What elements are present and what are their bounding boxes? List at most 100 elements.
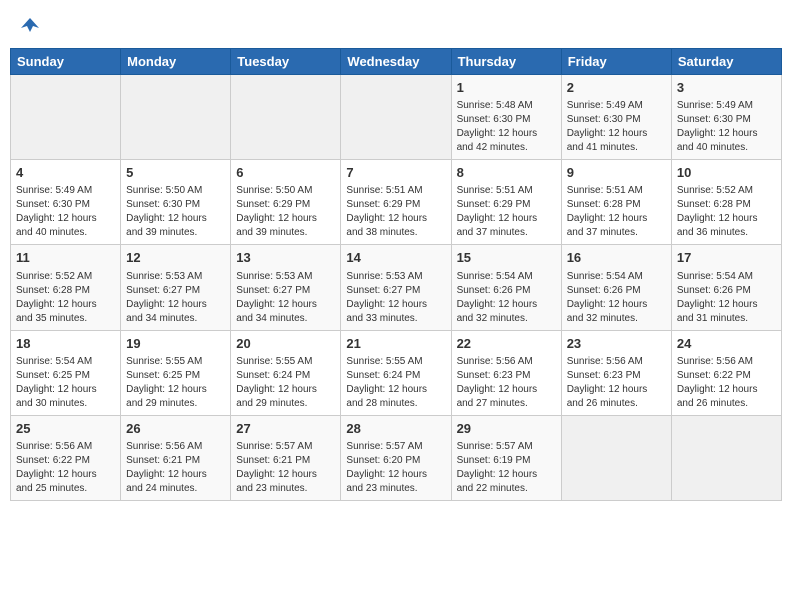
calendar-cell: 17 Sunrise: 5:54 AM Sunset: 6:26 PM Dayli… <box>671 245 781 330</box>
calendar-cell: 4Sunrise: 5:49 AM Sunset: 6:30 PM Daylig… <box>11 160 121 245</box>
day-info: Sunrise: 5:54 AM Sunset: 6:26 PM Dayligh… <box>457 270 556 326</box>
day-number: 12 <box>126 249 225 267</box>
day-info: Sunrise: 5:57 AM Sunset: 6:21 PM Dayligh… <box>236 440 335 496</box>
day-number: 6 <box>236 164 335 182</box>
day-number: 11 <box>16 249 115 267</box>
calendar-cell: 22 Sunrise: 5:56 AM Sunset: 6:23 PM Dayli… <box>451 330 561 415</box>
calendar-week-1: 1 Sunrise: 5:48 AM Sunset: 6:30 PM Daylig… <box>11 75 782 160</box>
day-info: Sunrise: 5:49 AM Sunset: 6:30 PM Dayligh… <box>677 99 776 155</box>
day-info: Sunrise: 5:56 AM Sunset: 6:22 PM Dayligh… <box>677 355 776 411</box>
day-info: Sunrise: 5:53 AM Sunset: 6:27 PM Dayligh… <box>126 270 225 326</box>
calendar-cell: 2 Sunrise: 5:49 AM Sunset: 6:30 PM Daylig… <box>561 75 671 160</box>
day-info: Sunrise: 5:51 AM Sunset: 6:29 PM Dayligh… <box>346 184 445 240</box>
calendar-week-5: 25 Sunrise: 5:56 AM Sunset: 6:22 PM Dayli… <box>11 415 782 500</box>
day-number: 9 <box>567 164 666 182</box>
day-number: 10 <box>677 164 776 182</box>
calendar-cell: 9 Sunrise: 5:51 AM Sunset: 6:28 PM Daylig… <box>561 160 671 245</box>
calendar-week-2: 4Sunrise: 5:49 AM Sunset: 6:30 PM Daylig… <box>11 160 782 245</box>
logo <box>18 14 42 36</box>
calendar-cell: 23 Sunrise: 5:56 AM Sunset: 6:23 PM Dayli… <box>561 330 671 415</box>
weekday-header-friday: Friday <box>561 49 671 75</box>
day-info: Sunrise: 5:53 AM Sunset: 6:27 PM Dayligh… <box>346 270 445 326</box>
day-info: Sunrise: 5:54 AM Sunset: 6:26 PM Dayligh… <box>677 270 776 326</box>
weekday-header-row: SundayMondayTuesdayWednesdayThursdayFrid… <box>11 49 782 75</box>
day-number: 23 <box>567 335 666 353</box>
day-number: 18 <box>16 335 115 353</box>
day-info: Sunrise: 5:57 AM Sunset: 6:20 PM Dayligh… <box>346 440 445 496</box>
day-info: Sunrise: 5:49 AM Sunset: 6:30 PM Dayligh… <box>567 99 666 155</box>
day-info: Sunrise: 5:56 AM Sunset: 6:23 PM Dayligh… <box>457 355 556 411</box>
calendar-cell <box>341 75 451 160</box>
day-info: Sunrise: 5:55 AM Sunset: 6:25 PM Dayligh… <box>126 355 225 411</box>
calendar-cell: 25 Sunrise: 5:56 AM Sunset: 6:22 PM Dayli… <box>11 415 121 500</box>
weekday-header-wednesday: Wednesday <box>341 49 451 75</box>
calendar-cell: 19 Sunrise: 5:55 AM Sunset: 6:25 PM Dayli… <box>121 330 231 415</box>
day-number: 1 <box>457 79 556 97</box>
calendar-cell: 21 Sunrise: 5:55 AM Sunset: 6:24 PM Dayli… <box>341 330 451 415</box>
calendar-cell: 12 Sunrise: 5:53 AM Sunset: 6:27 PM Dayli… <box>121 245 231 330</box>
calendar-cell <box>231 75 341 160</box>
logo-bird-icon <box>19 14 41 36</box>
day-number: 19 <box>126 335 225 353</box>
day-number: 7 <box>346 164 445 182</box>
calendar-cell <box>671 415 781 500</box>
day-number: 26 <box>126 420 225 438</box>
weekday-header-tuesday: Tuesday <box>231 49 341 75</box>
calendar-cell: 13Sunrise: 5:53 AM Sunset: 6:27 PM Dayli… <box>231 245 341 330</box>
day-number: 27 <box>236 420 335 438</box>
day-info: Sunrise: 5:48 AM Sunset: 6:30 PM Dayligh… <box>457 99 556 155</box>
day-info: Sunrise: 5:52 AM Sunset: 6:28 PM Dayligh… <box>16 270 115 326</box>
calendar-cell <box>11 75 121 160</box>
day-number: 3 <box>677 79 776 97</box>
calendar-cell <box>121 75 231 160</box>
day-info: Sunrise: 5:54 AM Sunset: 6:26 PM Dayligh… <box>567 270 666 326</box>
day-number: 5 <box>126 164 225 182</box>
calendar-week-4: 18 Sunrise: 5:54 AM Sunset: 6:25 PM Dayli… <box>11 330 782 415</box>
calendar-cell: 29Sunrise: 5:57 AM Sunset: 6:19 PM Dayli… <box>451 415 561 500</box>
day-number: 21 <box>346 335 445 353</box>
day-info: Sunrise: 5:54 AM Sunset: 6:25 PM Dayligh… <box>16 355 115 411</box>
day-number: 22 <box>457 335 556 353</box>
day-number: 16 <box>567 249 666 267</box>
day-info: Sunrise: 5:50 AM Sunset: 6:30 PM Dayligh… <box>126 184 225 240</box>
weekday-header-thursday: Thursday <box>451 49 561 75</box>
day-info: Sunrise: 5:56 AM Sunset: 6:23 PM Dayligh… <box>567 355 666 411</box>
day-number: 20 <box>236 335 335 353</box>
weekday-header-sunday: Sunday <box>11 49 121 75</box>
day-info: Sunrise: 5:53 AM Sunset: 6:27 PM Dayligh… <box>236 270 335 326</box>
day-number: 14 <box>346 249 445 267</box>
calendar-cell: 7 Sunrise: 5:51 AM Sunset: 6:29 PM Daylig… <box>341 160 451 245</box>
day-number: 8 <box>457 164 556 182</box>
calendar-cell: 18 Sunrise: 5:54 AM Sunset: 6:25 PM Dayli… <box>11 330 121 415</box>
calendar-cell: 24 Sunrise: 5:56 AM Sunset: 6:22 PM Dayli… <box>671 330 781 415</box>
day-number: 28 <box>346 420 445 438</box>
day-number: 4 <box>16 164 115 182</box>
calendar-cell: 16 Sunrise: 5:54 AM Sunset: 6:26 PM Dayli… <box>561 245 671 330</box>
calendar-cell: 5 Sunrise: 5:50 AM Sunset: 6:30 PM Daylig… <box>121 160 231 245</box>
day-info: Sunrise: 5:56 AM Sunset: 6:21 PM Dayligh… <box>126 440 225 496</box>
day-number: 24 <box>677 335 776 353</box>
day-info: Sunrise: 5:51 AM Sunset: 6:28 PM Dayligh… <box>567 184 666 240</box>
calendar-body: 1 Sunrise: 5:48 AM Sunset: 6:30 PM Daylig… <box>11 75 782 501</box>
day-info: Sunrise: 5:51 AM Sunset: 6:29 PM Dayligh… <box>457 184 556 240</box>
day-info: Sunrise: 5:56 AM Sunset: 6:22 PM Dayligh… <box>16 440 115 496</box>
calendar-cell: 10 Sunrise: 5:52 AM Sunset: 6:28 PM Dayli… <box>671 160 781 245</box>
page-header <box>10 10 782 40</box>
calendar-cell <box>561 415 671 500</box>
day-number: 15 <box>457 249 556 267</box>
day-number: 2 <box>567 79 666 97</box>
weekday-header-saturday: Saturday <box>671 49 781 75</box>
day-info: Sunrise: 5:55 AM Sunset: 6:24 PM Dayligh… <box>346 355 445 411</box>
calendar-cell: 20 Sunrise: 5:55 AM Sunset: 6:24 PM Dayli… <box>231 330 341 415</box>
day-number: 25 <box>16 420 115 438</box>
calendar-cell: 8 Sunrise: 5:51 AM Sunset: 6:29 PM Daylig… <box>451 160 561 245</box>
day-info: Sunrise: 5:55 AM Sunset: 6:24 PM Dayligh… <box>236 355 335 411</box>
calendar-week-3: 11 Sunrise: 5:52 AM Sunset: 6:28 PM Dayli… <box>11 245 782 330</box>
day-number: 17 <box>677 249 776 267</box>
weekday-header-monday: Monday <box>121 49 231 75</box>
day-info: Sunrise: 5:52 AM Sunset: 6:28 PM Dayligh… <box>677 184 776 240</box>
day-info: Sunrise: 5:50 AM Sunset: 6:29 PM Dayligh… <box>236 184 335 240</box>
calendar-cell: 1 Sunrise: 5:48 AM Sunset: 6:30 PM Daylig… <box>451 75 561 160</box>
calendar-cell: 28 Sunrise: 5:57 AM Sunset: 6:20 PM Dayli… <box>341 415 451 500</box>
calendar-table: SundayMondayTuesdayWednesdayThursdayFrid… <box>10 48 782 501</box>
